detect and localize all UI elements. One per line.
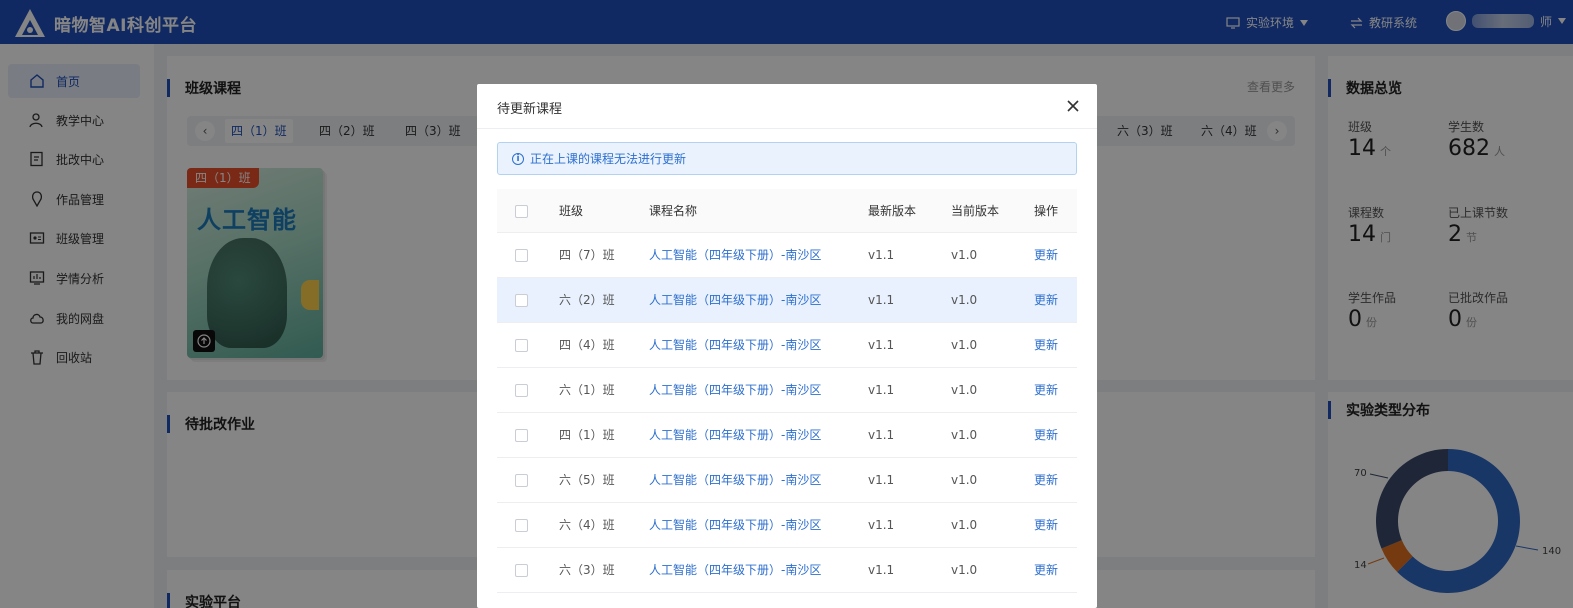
row-course-link[interactable]: 人工智能（四年级下册）-南沙区 [649,278,821,322]
dialog-header: 待更新课程 [477,84,1097,129]
table-row: 四（4）班 人工智能（四年级下册）-南沙区 v1.1 v1.0 更新 [497,323,1077,368]
row-class: 六（4）班 [559,518,615,532]
row-course-link[interactable]: 人工智能（四年级下册）-南沙区 [649,458,821,502]
row-latest-version: v1.1 [868,473,895,487]
row-class: 四（7）班 [559,248,615,262]
dialog-title: 待更新课程 [497,102,563,117]
row-update-button[interactable]: 更新 [1034,368,1058,412]
row-latest-version: v1.1 [868,518,895,532]
row-update-button[interactable]: 更新 [1034,278,1058,322]
row-current-version: v1.0 [951,293,978,307]
table-row: 六（1）班 人工智能（四年级下册）-南沙区 v1.1 v1.0 更新 [497,368,1077,413]
row-course-link[interactable]: 人工智能（四年级下册）-南沙区 [649,368,821,412]
row-checkbox[interactable] [515,249,528,262]
row-checkbox[interactable] [515,339,528,352]
row-current-version: v1.0 [951,383,978,397]
row-current-version: v1.0 [951,473,978,487]
row-course-link[interactable]: 人工智能（四年级下册）-南沙区 [649,413,821,457]
row-checkbox[interactable] [515,384,528,397]
table-row: 四（1）班 人工智能（四年级下册）-南沙区 v1.1 v1.0 更新 [497,413,1077,458]
row-update-button[interactable]: 更新 [1034,503,1058,547]
table-row: 六（5）班 人工智能（四年级下册）-南沙区 v1.1 v1.0 更新 [497,458,1077,503]
row-class: 四（4）班 [559,338,615,352]
row-current-version: v1.0 [951,338,978,352]
column-header-latest: 最新版本 [868,204,917,218]
table-row: 六（4）班 人工智能（四年级下册）-南沙区 v1.1 v1.0 更新 [497,503,1077,548]
close-icon [1067,100,1079,112]
row-course-link[interactable]: 人工智能（四年级下册）-南沙区 [649,233,821,277]
row-latest-version: v1.1 [868,293,895,307]
select-all-checkbox[interactable] [515,205,528,218]
row-select-cell [515,458,528,502]
row-course-link[interactable]: 人工智能（四年级下册）-南沙区 [649,503,821,547]
column-header-name: 课程名称 [649,204,698,218]
row-course-link[interactable]: 人工智能（四年级下册）-南沙区 [649,323,821,367]
row-select-cell [515,413,528,457]
table-row: 四（7）班 人工智能（四年级下册）-南沙区 v1.1 v1.0 更新 [497,233,1077,278]
column-header-op: 操作 [1034,204,1059,218]
notice-text: 正在上课的课程无法进行更新 [530,152,687,166]
row-latest-version: v1.1 [868,563,895,577]
pending-update-dialog: 待更新课程 i 正在上课的课程无法进行更新 班级 课程名称 最新版本 当前版本 … [477,84,1097,608]
row-update-button[interactable]: 更新 [1034,548,1058,592]
row-class: 四（1）班 [559,428,615,442]
row-current-version: v1.0 [951,248,978,262]
row-current-version: v1.0 [951,518,978,532]
column-header-class: 班级 [559,204,584,218]
row-checkbox[interactable] [515,429,528,442]
row-checkbox[interactable] [515,564,528,577]
column-header-current: 当前版本 [951,204,1000,218]
row-latest-version: v1.1 [868,428,895,442]
row-current-version: v1.0 [951,563,978,577]
row-class: 六（3）班 [559,563,615,577]
row-checkbox[interactable] [515,519,528,532]
row-update-button[interactable]: 更新 [1034,323,1058,367]
row-class: 六（1）班 [559,383,615,397]
row-latest-version: v1.1 [868,338,895,352]
table-row: 六（2）班 人工智能（四年级下册）-南沙区 v1.1 v1.0 更新 [497,278,1077,323]
close-button[interactable] [1063,96,1083,116]
row-checkbox[interactable] [515,294,528,307]
row-checkbox[interactable] [515,474,528,487]
table-header-row: 班级 课程名称 最新版本 当前版本 操作 [497,189,1077,233]
row-select-cell [515,233,528,277]
row-update-button[interactable]: 更新 [1034,233,1058,277]
row-class: 六（5）班 [559,473,615,487]
row-select-cell [515,368,528,412]
row-select-cell [515,278,528,322]
row-current-version: v1.0 [951,428,978,442]
row-course-link[interactable]: 人工智能（四年级下册）-南沙区 [649,548,821,592]
row-latest-version: v1.1 [868,248,895,262]
row-select-cell [515,503,528,547]
select-all-cell [515,189,528,233]
row-latest-version: v1.1 [868,383,895,397]
row-update-button[interactable]: 更新 [1034,458,1058,502]
row-select-cell [515,323,528,367]
info-notice: i 正在上课的课程无法进行更新 [497,142,1077,175]
row-select-cell [515,548,528,592]
info-icon: i [512,152,524,165]
row-update-button[interactable]: 更新 [1034,413,1058,457]
row-class: 六（2）班 [559,293,615,307]
table-row: 六（3）班 人工智能（四年级下册）-南沙区 v1.1 v1.0 更新 [497,548,1077,593]
